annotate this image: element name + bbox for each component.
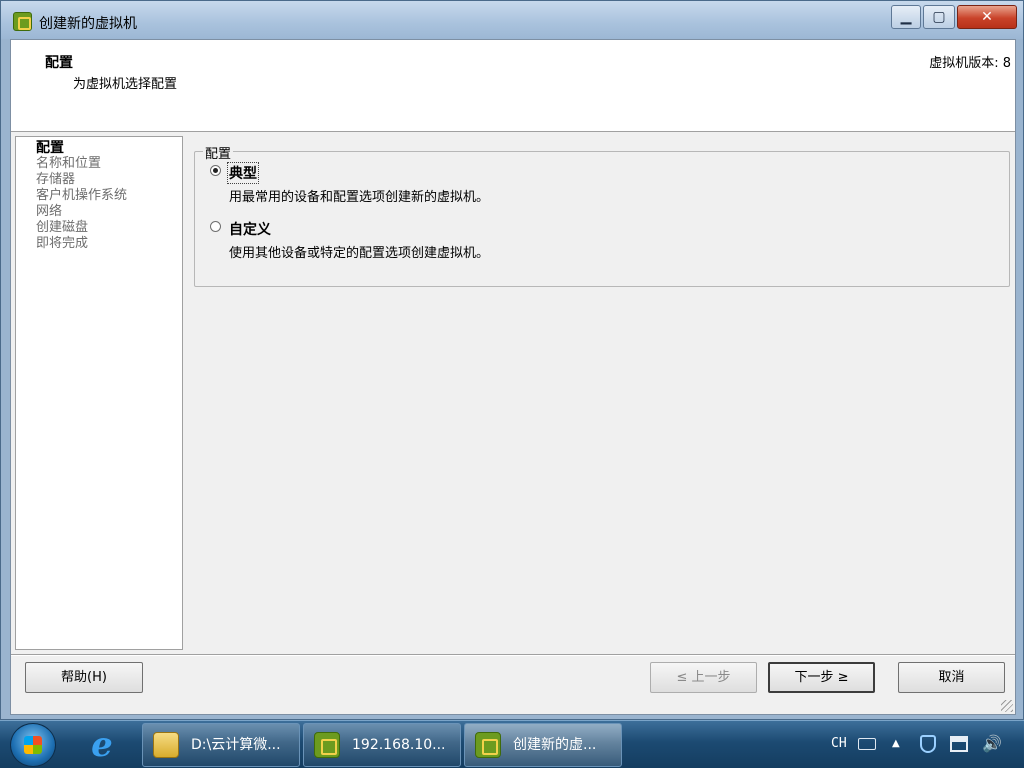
window-title: 创建新的虚拟机 — [39, 16, 137, 32]
resize-grip-icon[interactable] — [1001, 700, 1013, 712]
configuration-groupbox: 配置 典型 用最常用的设备和配置选项创建新的虚拟机。 自定义 使用其他设备或特定… — [194, 143, 1010, 287]
taskbar-item-vsphere-client[interactable]: 192.168.10... — [303, 723, 461, 767]
page-title: 配置 — [45, 55, 73, 71]
back-button[interactable]: ≤ 上一步 — [650, 662, 757, 693]
keyboard-icon[interactable] — [858, 738, 876, 750]
taskbar-item-new-vm-wizard[interactable]: 创建新的虚... — [464, 723, 622, 767]
close-button[interactable]: ✕ — [957, 5, 1017, 29]
security-shield-icon[interactable] — [920, 735, 936, 753]
option-custom-label[interactable]: 自定义 — [228, 219, 272, 239]
vm-version-label: 虚拟机版本: 8 — [929, 56, 1011, 71]
radio-custom[interactable] — [210, 221, 221, 232]
windows-logo-icon — [24, 736, 42, 754]
taskbar-item-label: 192.168.10... — [352, 737, 446, 753]
network-icon[interactable] — [950, 736, 968, 752]
nav-step-network[interactable]: 网络 — [16, 204, 182, 220]
maximize-button[interactable]: ▢ — [923, 5, 955, 29]
vsphere-icon — [475, 732, 501, 758]
nav-step-ready-complete[interactable]: 即将完成 — [16, 236, 182, 252]
footer-divider — [11, 654, 1015, 656]
wizard-steps-nav: 配置 名称和位置 存储器 客户机操作系统 网络 创建磁盘 即将完成 — [15, 136, 183, 650]
nav-step-guest-os[interactable]: 客户机操作系统 — [16, 188, 182, 204]
option-typical-label[interactable]: 典型 — [227, 162, 259, 184]
vsphere-app-icon — [13, 12, 32, 31]
taskbar-item-label: 创建新的虚... — [513, 737, 597, 753]
page-subtitle: 为虚拟机选择配置 — [73, 77, 178, 92]
cancel-button[interactable]: 取消 — [898, 662, 1005, 693]
start-button[interactable] — [10, 723, 56, 767]
option-custom-description: 使用其他设备或特定的配置选项创建虚拟机。 — [229, 246, 490, 261]
nav-step-create-disk[interactable]: 创建磁盘 — [16, 220, 182, 236]
title-bar[interactable]: 创建新的虚拟机 ▁ ▢ ✕ — [1, 1, 1023, 39]
nav-step-name-location[interactable]: 名称和位置 — [16, 156, 182, 172]
show-hidden-icons-icon[interactable]: ▲ — [892, 721, 900, 767]
volume-icon[interactable]: 🔊 — [982, 721, 1002, 767]
dialog-window: 创建新的虚拟机 ▁ ▢ ✕ 配置 为虚拟机选择配置 虚拟机版本: 8 配置 名称… — [0, 0, 1024, 720]
internet-explorer-icon[interactable]: e — [82, 726, 122, 764]
wizard-header: 配置 为虚拟机选择配置 虚拟机版本: 8 — [11, 40, 1015, 132]
taskbar-item-label: D:\云计算微... — [191, 737, 281, 753]
nav-step-configuration[interactable]: 配置 — [16, 140, 182, 156]
folder-icon — [153, 732, 179, 758]
option-typical-description: 用最常用的设备和配置选项创建新的虚拟机。 — [229, 190, 490, 205]
input-language-indicator[interactable]: CH — [831, 721, 847, 767]
nav-step-storage[interactable]: 存储器 — [16, 172, 182, 188]
minimize-button[interactable]: ▁ — [891, 5, 921, 29]
taskbar: e D:\云计算微... 192.168.10... 创建新的虚... CH ▲… — [0, 720, 1024, 768]
wizard-client-area: 配置 为虚拟机选择配置 虚拟机版本: 8 配置 名称和位置 存储器 客户机操作系… — [10, 39, 1016, 715]
vsphere-icon — [314, 732, 340, 758]
radio-typical[interactable] — [210, 165, 221, 176]
taskbar-item-explorer[interactable]: D:\云计算微... — [142, 723, 300, 767]
next-button[interactable]: 下一步 ≥ — [768, 662, 875, 693]
groupbox-legend: 配置 — [203, 143, 234, 162]
help-button[interactable]: 帮助(H) — [25, 662, 143, 693]
